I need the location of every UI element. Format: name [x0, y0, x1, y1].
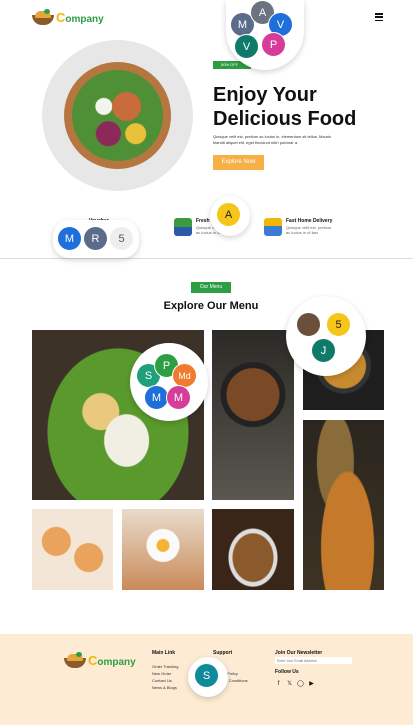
newsletter-heading: Join Our Newsletter	[275, 650, 323, 656]
explore-now-button[interactable]: Explore Now	[213, 155, 264, 170]
avatar-overflow-count[interactable]: 5	[326, 312, 351, 337]
logo-initial: C	[56, 10, 66, 25]
footer-heading: Support	[213, 650, 233, 656]
twitter-icon[interactable]: 𝕏	[286, 681, 293, 688]
avatar[interactable]: J	[311, 338, 336, 363]
avatar[interactable]: S	[194, 663, 219, 688]
logo-initial: C	[88, 653, 98, 668]
avatar-cluster-footer[interactable]: S	[188, 657, 228, 697]
hero-food-image	[42, 40, 193, 191]
newsletter-email-input[interactable]	[275, 657, 352, 664]
hamburger-icon[interactable]	[375, 13, 383, 21]
follow-us-heading: Follow Us	[275, 669, 299, 675]
social-links: f 𝕏 ◯ ▶	[275, 681, 315, 688]
footer-link[interactable]: Contact Us	[152, 677, 178, 684]
landing-page: Company 50% OFF Enjoy Your Delicious Foo…	[0, 0, 413, 725]
menu-image-dessert[interactable]	[212, 509, 294, 590]
avatar[interactable]: R	[83, 226, 108, 251]
menu-image-curry[interactable]	[212, 330, 294, 500]
logo[interactable]: Company	[32, 8, 104, 25]
feature-desc: Quisque velit est, pretium ac luctus in …	[286, 225, 332, 235]
hero-title: Enjoy Your Delicious Food	[213, 84, 357, 130]
footer-heading: Main Link	[152, 650, 176, 656]
footer-link[interactable]: New Order	[152, 670, 178, 677]
logo-rest: ompany	[97, 657, 136, 668]
logo-text: Company	[88, 653, 136, 668]
bowl-logo-icon	[64, 651, 86, 668]
feature-title: Fast Home Delivery	[286, 218, 333, 224]
menu-image-pastries[interactable]	[32, 509, 113, 590]
hero-description: Quisque velit est, pretium ac luctus in,…	[213, 134, 332, 145]
avatar-cluster-top[interactable]: M A V V P	[226, 0, 304, 70]
bowl-logo-icon	[32, 8, 54, 25]
avatar-cluster-mid[interactable]: A	[210, 196, 250, 236]
section-divider	[0, 258, 413, 259]
avatar-cluster-menu-right[interactable]: 5 J	[286, 296, 366, 376]
footer-main-links: Main Link Order Tracking New Order Conta…	[152, 650, 178, 691]
avatar-cluster-menu-left[interactable]: S P Md M M	[130, 343, 208, 421]
footer-link[interactable]: News & Blogs	[152, 684, 178, 691]
footer-link[interactable]: Order Tracking	[152, 663, 178, 670]
menu-image-soup[interactable]	[303, 420, 384, 590]
footer-logo[interactable]: Company	[64, 651, 136, 668]
menu-image-egg-toast[interactable]	[122, 509, 204, 590]
facebook-icon[interactable]: f	[275, 681, 282, 688]
avatar[interactable]: P	[261, 32, 286, 57]
feature-delivery: Fast Home Delivery Quisque velit est, pr…	[264, 218, 334, 236]
avatar[interactable]: M	[57, 226, 82, 251]
avatar[interactable]: V	[234, 34, 259, 59]
basket-icon	[174, 218, 192, 236]
instagram-icon[interactable]: ◯	[297, 681, 304, 688]
avatar-photo[interactable]	[296, 312, 321, 337]
our-menu-badge: Our Menu	[191, 282, 231, 293]
avatar-pill-features[interactable]: M R 5	[53, 220, 139, 258]
logo-rest: ompany	[65, 14, 104, 25]
delivery-icon	[264, 218, 282, 236]
youtube-icon[interactable]: ▶	[308, 681, 315, 688]
logo-text: Company	[56, 10, 104, 25]
avatar[interactable]: M	[166, 385, 191, 410]
avatar-overflow-count[interactable]: 5	[109, 226, 134, 251]
avatar[interactable]: A	[216, 202, 241, 227]
